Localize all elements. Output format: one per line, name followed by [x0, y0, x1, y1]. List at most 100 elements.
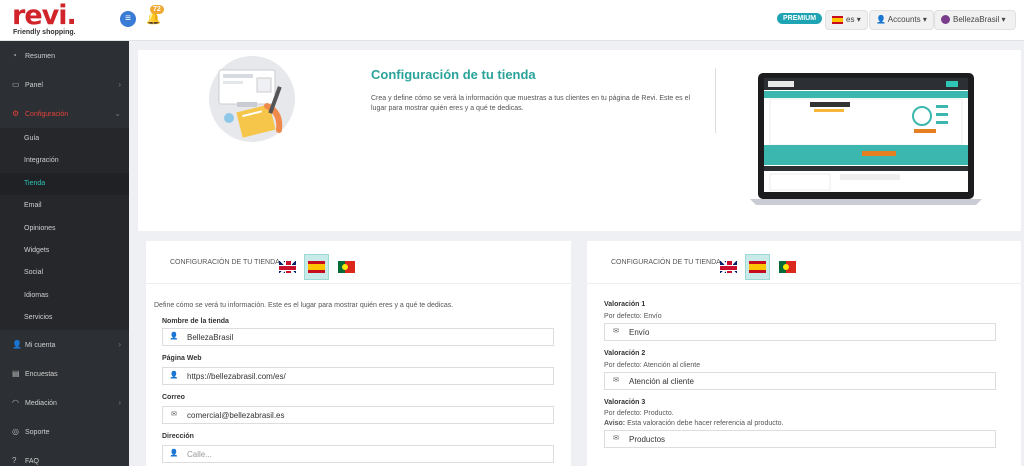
- rss-icon: ◠: [12, 397, 19, 407]
- logo[interactable]: revi. Friendly shopping.: [12, 0, 77, 37]
- portugal-flag-icon[interactable]: [778, 261, 796, 273]
- sidebar-item-label: Panel: [25, 82, 43, 89]
- spain-flag-icon: [308, 260, 326, 273]
- laptop-icon: ▭: [12, 80, 20, 89]
- email-input[interactable]: [187, 408, 547, 422]
- spain-flag-icon: [749, 260, 767, 273]
- user-icon: 👤: [876, 15, 886, 24]
- rating-warning: Aviso: Esta valoración debe hacer refere…: [604, 420, 784, 427]
- rating-default: Por defecto: Envío: [604, 313, 662, 320]
- desk-illustration: [209, 56, 295, 142]
- user-icon: 👤: [169, 450, 179, 457]
- field-label: Página Web: [162, 355, 202, 362]
- store-name-input[interactable]: [187, 330, 547, 344]
- sidebar-item-configuracion[interactable]: ⚙ Configuración ⌄: [0, 99, 129, 128]
- sidebar-subitem-idiomas[interactable]: Idiomas: [0, 284, 129, 308]
- envelope-icon: ✉: [613, 377, 619, 384]
- rating-2-field[interactable]: ✉: [604, 372, 996, 390]
- envelope-icon: ✉: [613, 435, 619, 442]
- dashboard-icon: ◔: [12, 51, 17, 60]
- website-field[interactable]: 👤: [162, 367, 554, 385]
- sidebar-item-faq[interactable]: ? FAQ: [0, 446, 129, 466]
- sidebar-subitem-tienda[interactable]: Tienda: [0, 172, 129, 196]
- top-bar: revi. Friendly shopping. ≡ 🔔 72 PREMIUM …: [0, 0, 1024, 41]
- logo-brand: revi.: [12, 0, 77, 31]
- store-info-card: CONFIGURACIÓN DE TU TIENDA Define cómo s…: [146, 241, 571, 466]
- sidebar-item-panel[interactable]: ▭ Panel ›: [0, 70, 129, 99]
- user-name: BellezaBrasil: [953, 15, 1000, 24]
- rating-1-input[interactable]: [629, 325, 989, 339]
- sidebar-item-label: Soporte: [25, 428, 50, 436]
- sidebar-subitem-widgets[interactable]: Widgets: [0, 239, 129, 263]
- website-input[interactable]: [187, 369, 547, 383]
- sidebar-subitem-guia[interactable]: Guía: [0, 128, 129, 151]
- caret-down-icon: ▾: [1001, 15, 1006, 24]
- rating-label: Valoración 3: [604, 399, 646, 406]
- store-name-field[interactable]: 👤: [162, 328, 554, 346]
- config-banner: Configuración de tu tienda Crea y define…: [138, 50, 1021, 231]
- sidebar-item-mediacion[interactable]: ◠ Mediación ›: [0, 388, 129, 417]
- card-header: CONFIGURACIÓN DE TU TIENDA: [146, 241, 571, 284]
- card-heading: CONFIGURACIÓN DE TU TIENDA: [170, 259, 280, 266]
- user-icon: 👤: [169, 333, 179, 340]
- divider: [715, 68, 716, 133]
- menu-toggle-icon[interactable]: ≡: [120, 11, 136, 27]
- sidebar-subitem-email[interactable]: Email: [0, 195, 129, 218]
- envelope-icon: ✉: [171, 411, 177, 418]
- sidebar-item-label: FAQ: [25, 457, 40, 465]
- address-field[interactable]: 👤: [162, 445, 554, 463]
- rating-1-field[interactable]: ✉: [604, 323, 996, 341]
- user-icon: 👤: [12, 339, 22, 349]
- question-icon: ?: [12, 455, 17, 465]
- chevron-right-icon: ›: [118, 80, 121, 89]
- rating-label: Valoración 2: [604, 350, 646, 357]
- language-flags: [279, 254, 359, 280]
- rating-default: Por defecto: Atención al cliente: [604, 362, 701, 369]
- rating-2-input[interactable]: [629, 374, 989, 388]
- sidebar-item-mi-cuenta[interactable]: 👤 Mi cuenta ›: [0, 330, 129, 359]
- sidebar-item-soporte[interactable]: ◎ Soporte: [0, 417, 129, 446]
- user-dropdown[interactable]: BellezaBrasil ▾: [934, 10, 1016, 30]
- card-header: CONFIGURACIÓN DE TU TIENDA: [587, 241, 1021, 284]
- banner-description: Crea y define cómo se verá la informació…: [371, 95, 691, 112]
- sidebar-item-label: Configuración: [25, 111, 69, 118]
- sidebar-subitem-opiniones[interactable]: Opiniones: [0, 217, 129, 240]
- logo-tagline: Friendly shopping.: [13, 29, 76, 36]
- book-icon: ▤: [12, 368, 20, 378]
- warning-text: Esta valoración debe hacer referencia al…: [627, 420, 784, 427]
- chevron-down-icon: ⌄: [114, 109, 121, 118]
- field-label: Correo: [162, 394, 185, 401]
- accounts-label: Accounts: [887, 15, 921, 24]
- ratings-card: CONFIGURACIÓN DE TU TIENDA Valoración 1 …: [587, 241, 1021, 466]
- accounts-dropdown[interactable]: 👤 Accounts ▾: [869, 10, 934, 30]
- rating-3-input[interactable]: [629, 432, 989, 446]
- lifebuoy-icon: ◎: [12, 426, 19, 436]
- sidebar-item-resumen[interactable]: ◔ Resumen: [0, 41, 129, 70]
- uk-flag-icon[interactable]: [279, 261, 296, 273]
- sidebar-item-label: Mi cuenta: [25, 341, 56, 349]
- card-heading: CONFIGURACIÓN DE TU TIENDA: [611, 259, 721, 266]
- user-icon: 👤: [169, 372, 179, 379]
- email-field[interactable]: ✉: [162, 406, 554, 424]
- sidebar-subitem-servicios[interactable]: Servicios: [0, 307, 129, 330]
- address-input[interactable]: [187, 447, 547, 461]
- warning-label: Aviso:: [604, 420, 626, 427]
- sidebar-subitem-integracion[interactable]: Integración: [0, 150, 129, 173]
- sidebar-subitem-social[interactable]: Social: [0, 262, 129, 285]
- language-flag-selected[interactable]: [304, 254, 330, 280]
- banner-title: Configuración de tu tienda: [371, 67, 536, 82]
- rating-3-field[interactable]: ✉: [604, 430, 996, 448]
- sidebar-item-label: Encuestas: [25, 370, 58, 378]
- sidebar-item-encuestas[interactable]: ▤ Encuestas: [0, 359, 129, 388]
- avatar: [941, 15, 950, 25]
- rating-label: Valoración 1: [604, 301, 646, 308]
- caret-down-icon: ▾: [922, 15, 927, 24]
- language-select[interactable]: es ▾: [825, 10, 868, 30]
- language-flag-selected[interactable]: [745, 254, 771, 280]
- chevron-right-icon: ›: [118, 397, 121, 407]
- card-intro: Define cómo se verá tu información. Este…: [154, 302, 454, 309]
- spain-flag-icon: [832, 15, 843, 24]
- field-label: Nombre de la tienda: [162, 318, 229, 325]
- uk-flag-icon[interactable]: [720, 261, 737, 273]
- portugal-flag-icon[interactable]: [337, 261, 355, 273]
